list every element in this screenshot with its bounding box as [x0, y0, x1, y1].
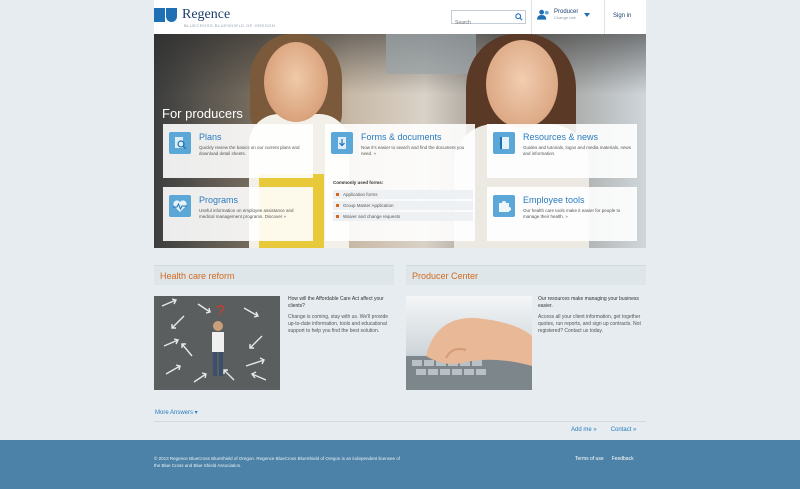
more-answers-link[interactable]: More Answers ▾: [155, 409, 198, 416]
sign-in-link[interactable]: Sign in: [613, 13, 631, 19]
health-care-reform-header: Health care reform: [154, 265, 394, 285]
tile-description: Quickly review the basics on our current…: [199, 145, 300, 156]
brand-name: Regence: [182, 7, 231, 22]
puzzle-piece-icon: [493, 195, 515, 217]
health-reform-image: ?: [154, 296, 280, 390]
health-reform-body: Change is coming, stay with us. We'll pr…: [288, 313, 389, 335]
search-input[interactable]: [452, 17, 512, 29]
header-divider: [531, 0, 532, 34]
common-forms-heading: Commonly used forms:: [333, 180, 384, 185]
bottom-links: Add me » Contact »: [571, 427, 636, 433]
header-divider: [604, 0, 605, 34]
change-role-label: Change role: [554, 15, 576, 20]
common-forms-list: Application forms Group Master Applicati…: [333, 190, 473, 223]
tile-forms-documents[interactable]: Forms & documents Now it's easier to sea…: [325, 124, 475, 241]
tile-title: Programs: [199, 195, 239, 205]
brand-tagline: BLUECROSS BLUESHIELD OF OREGON: [184, 23, 276, 28]
health-reform-question[interactable]: How will the Affordable Care Act affect …: [288, 296, 396, 311]
arrows-illustration: ?: [161, 298, 267, 383]
add-me-link[interactable]: Add me »: [571, 427, 597, 433]
list-item[interactable]: Group Master Application: [333, 201, 473, 210]
tile-programs[interactable]: Programs Useful information on employee …: [163, 187, 313, 241]
search-box: [451, 10, 526, 29]
heartbeat-icon: [169, 195, 191, 217]
search-icon[interactable]: [515, 13, 523, 21]
tile-resources-news[interactable]: Resources & news Guides and tutorials, l…: [487, 124, 637, 178]
site-footer: © 2013 Regence BlueCross BlueShield of O…: [0, 440, 800, 489]
producer-center-image: [406, 296, 532, 390]
chevron-down-icon: [584, 13, 591, 17]
hero-photo-person: [264, 42, 328, 122]
producer-center-header: Producer Center: [406, 265, 646, 285]
terms-of-use-link[interactable]: Terms of use: [575, 456, 604, 462]
list-item[interactable]: Application forms: [333, 190, 473, 199]
hero-photo-person: [486, 40, 558, 128]
user-group-icon: [537, 9, 549, 20]
book-icon: [493, 132, 515, 154]
hero-banner: For producers Plans Quickly review the b…: [154, 34, 646, 248]
list-item[interactable]: Waiver and change requests: [333, 212, 473, 221]
tile-employee-tools[interactable]: Employee tools Our health care tools mak…: [487, 187, 637, 241]
producer-center-question[interactable]: Our resources make managing your busines…: [538, 296, 646, 311]
blue-cross-shield-icon: [154, 8, 178, 22]
download-document-icon: [331, 132, 353, 154]
tile-title: Forms & documents: [361, 132, 442, 142]
producer-center-text: Our resources make managing your busines…: [538, 296, 646, 335]
tile-title: Resources & news: [523, 132, 599, 142]
contact-link[interactable]: Contact »: [611, 427, 637, 433]
tile-description: Guides and tutorials, logos and media ma…: [523, 145, 632, 156]
divider: [154, 421, 646, 422]
footer-links: Terms of use Feedback: [575, 456, 634, 462]
tile-description: Our health care tools make it easier for…: [523, 208, 621, 219]
tile-description: Useful information on employee assistanc…: [199, 208, 294, 219]
copyright-text: © 2013 Regence BlueCross BlueShield of O…: [154, 456, 400, 468]
section-title: Health care reform: [160, 271, 235, 281]
magnifier-document-icon: [169, 132, 191, 154]
section-title: Producer Center: [412, 271, 479, 281]
role-selector[interactable]: Producer Change role: [537, 9, 591, 20]
regence-logo[interactable]: Regence: [154, 7, 230, 23]
site-header: Regence BLUECROSS BLUESHIELD OF OREGON P…: [154, 0, 646, 34]
health-reform-text: How will the Affordable Care Act affect …: [288, 296, 396, 335]
hero-title: For producers: [162, 106, 243, 121]
hands-keyboard-illustration: [406, 317, 532, 390]
tile-description: Now it's easier to search and find the d…: [361, 145, 465, 156]
tile-title: Plans: [199, 132, 222, 142]
carousel-dots[interactable]: ● ○ ○: [616, 228, 625, 233]
tile-title: Employee tools: [523, 195, 585, 205]
svg-text:?: ?: [216, 303, 225, 320]
producer-center-body: Access all your client information, get …: [538, 313, 641, 335]
feedback-link[interactable]: Feedback: [612, 456, 634, 462]
tile-plans[interactable]: Plans Quickly review the basics on our c…: [163, 124, 313, 178]
